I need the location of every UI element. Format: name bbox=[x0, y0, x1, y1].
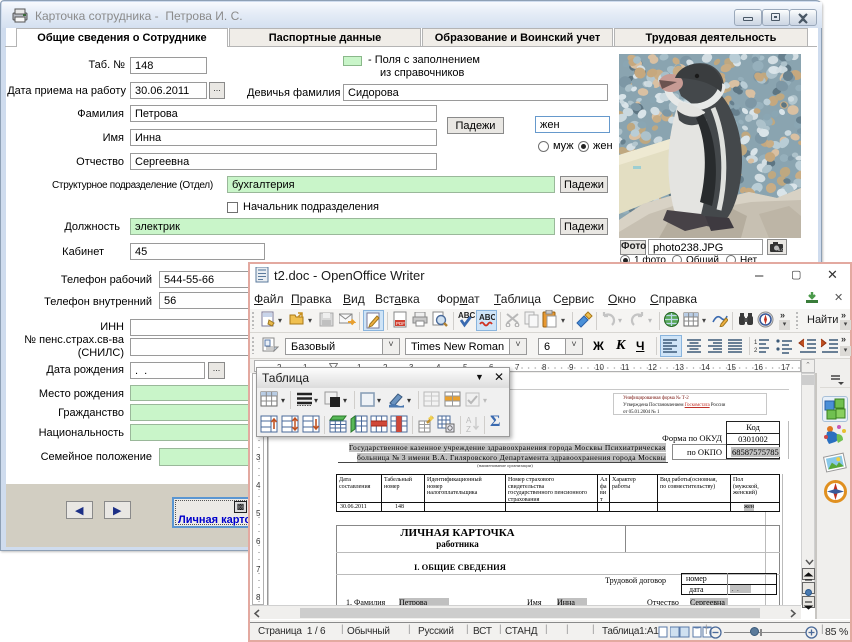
svg-text:ABC: ABC bbox=[458, 311, 475, 320]
svg-text:ABC: ABC bbox=[479, 313, 495, 322]
svg-text:6.0: 6.0 bbox=[778, 247, 784, 252]
svg-text:PDF: PDF bbox=[396, 321, 405, 326]
svg-text:2: 2 bbox=[754, 348, 758, 354]
svg-text:1: 1 bbox=[754, 340, 758, 346]
svg-text:A: A bbox=[466, 416, 472, 425]
svg-text:Z: Z bbox=[466, 425, 471, 433]
